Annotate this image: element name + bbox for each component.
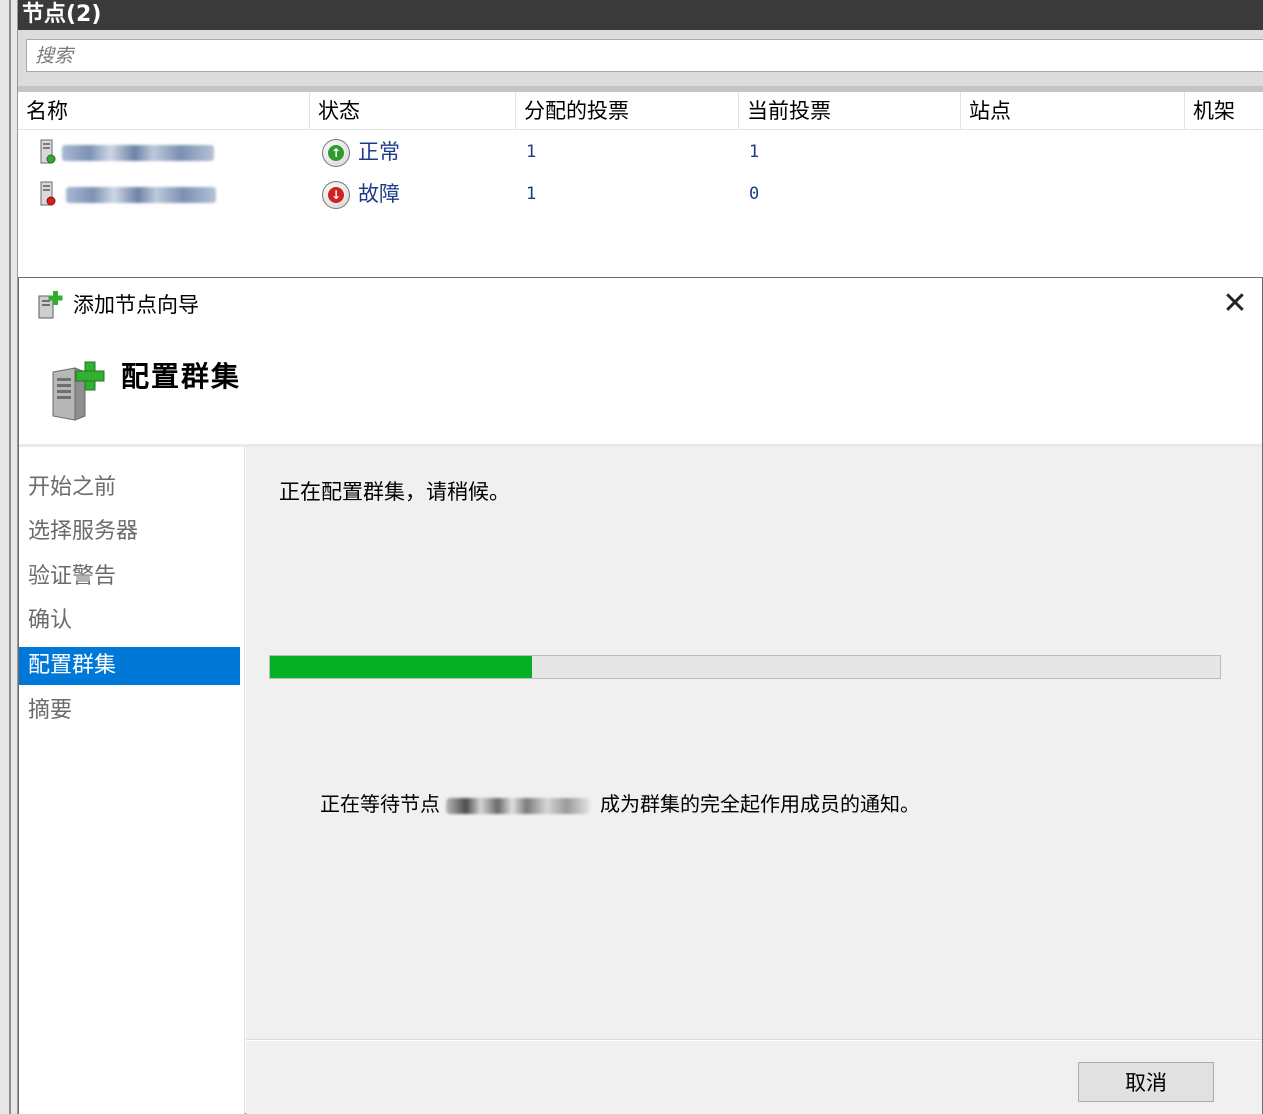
- wizard-title-bar: 添加节点向导 ✕: [19, 278, 1262, 332]
- node-name-redacted: [62, 145, 214, 161]
- wizard-heading: 配置群集: [121, 360, 242, 393]
- wizard-header: 配置群集: [19, 332, 1262, 444]
- panel-title-bar: 节点(2): [18, 0, 1263, 30]
- wait-message-suffix: 成为群集的完全起作用成员的通知。: [600, 792, 920, 816]
- assigned-votes: 1: [526, 184, 537, 204]
- add-server-icon: [38, 291, 63, 319]
- step-summary[interactable]: 摘要: [19, 692, 240, 730]
- footer-separator: [246, 1039, 1262, 1041]
- column-header-name[interactable]: 名称: [18, 92, 310, 130]
- current-votes: 0: [749, 184, 760, 204]
- wait-message-prefix: 正在等待节点: [320, 792, 440, 816]
- status-down-icon: ↓: [322, 181, 350, 209]
- server-icon: [40, 181, 56, 206]
- left-scroll-strip: [0, 0, 18, 1114]
- node-status: 故障: [358, 182, 400, 206]
- node-status: 正常: [358, 140, 400, 164]
- current-votes: 1: [749, 142, 760, 162]
- add-server-large-icon: [52, 361, 105, 421]
- wizard-title: 添加节点向导: [73, 293, 199, 317]
- column-header-assigned-votes[interactable]: 分配的投票: [516, 92, 739, 130]
- step-validation-warning[interactable]: 验证警告: [19, 558, 240, 596]
- progress-bar: [269, 655, 1221, 679]
- step-before-you-begin[interactable]: 开始之前: [19, 469, 240, 507]
- assigned-votes: 1: [526, 142, 537, 162]
- column-header-status[interactable]: 状态: [310, 92, 516, 130]
- progress-bar-fill: [270, 656, 532, 678]
- left-strip-edge: [9, 0, 11, 1114]
- close-button[interactable]: ✕: [1218, 288, 1252, 322]
- node-name-redacted: [446, 797, 590, 814]
- step-select-servers[interactable]: 选择服务器: [19, 513, 240, 551]
- table-header: 名称 状态 分配的投票 当前投票 站点 机架: [18, 92, 1263, 130]
- wizard-steps-nav: 开始之前 选择服务器 验证警告 确认 配置群集 摘要: [19, 447, 245, 1114]
- column-header-rack[interactable]: 机架: [1185, 92, 1263, 130]
- status-up-icon: ↑: [322, 139, 350, 167]
- cancel-button[interactable]: 取消: [1078, 1062, 1214, 1102]
- status-message: 正在配置群集，请稍候。: [279, 480, 510, 504]
- search-input[interactable]: [26, 39, 1263, 72]
- column-header-current-votes[interactable]: 当前投票: [739, 92, 961, 130]
- step-configure-cluster[interactable]: 配置群集: [19, 647, 240, 685]
- search-strip: [18, 30, 1263, 92]
- wait-message: 正在等待节点 成为群集的完全起作用成员的通知。: [320, 789, 920, 819]
- add-node-wizard-dialog: 添加节点向导 ✕ 配置群集 开始之前 选择服务器 验证警告 确认 配置群集 摘要…: [18, 277, 1263, 1114]
- wizard-content: 正在配置群集，请稍候。 正在等待节点 成为群集的完全起作用成员的通知。 取消: [246, 447, 1262, 1114]
- panel-title: 节点(2): [22, 2, 102, 27]
- table-row[interactable]: ↑ 正常 1 1: [18, 131, 1263, 173]
- table-row[interactable]: ↓ 故障 1 0: [18, 173, 1263, 215]
- step-confirmation[interactable]: 确认: [19, 602, 240, 640]
- server-icon: [40, 139, 56, 164]
- column-header-site[interactable]: 站点: [961, 92, 1185, 130]
- node-name-redacted: [66, 187, 216, 203]
